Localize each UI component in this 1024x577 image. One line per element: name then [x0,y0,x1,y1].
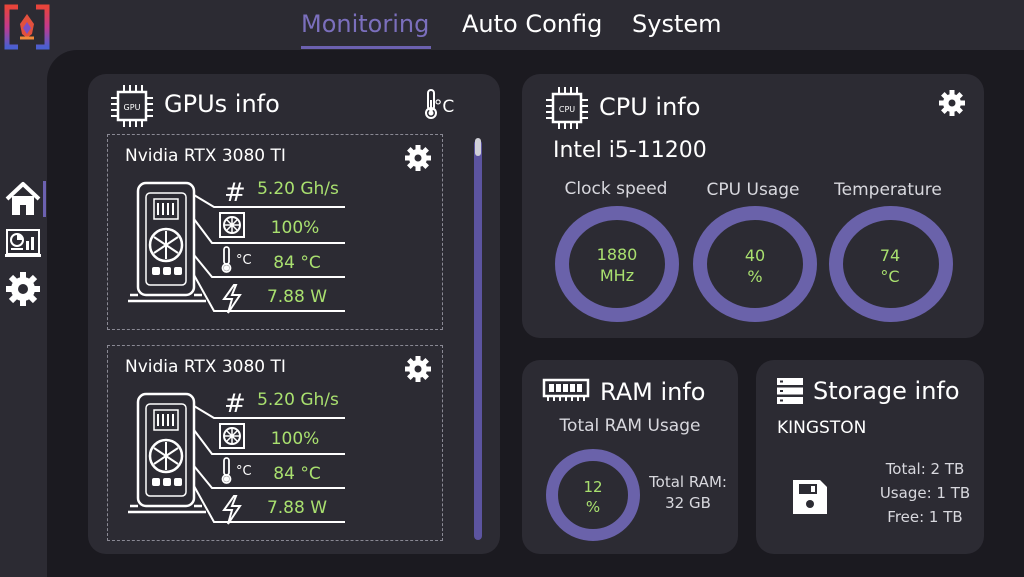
clock-speed-unit: MHz [599,266,635,285]
gpu-temperature-value: 84 °C [273,253,321,273]
gpu-hashrate-value: 5.20 Gh/s [257,390,339,410]
tab-auto-config[interactable]: Auto Config [462,10,602,38]
gpu-name: Nvidia RTX 3080 TI [125,357,286,377]
cpu-chip-text: CPU [559,105,575,114]
cpu-settings-gear-icon[interactable] [938,89,966,117]
temperature-label: Temperature [834,180,942,200]
sidebar-corner [47,50,77,80]
cpu-temperature-number: 74 [879,246,901,265]
gpu-settings-gear-icon[interactable] [404,144,432,172]
thermometer-icon[interactable]: °C [424,88,454,120]
cpu-title: CPU info [599,93,701,121]
gpu-power-value: 7.88 W [266,498,328,518]
ram-title: RAM info [600,378,706,406]
ram-usage-label: Total RAM Usage [559,416,701,436]
clock-speed-value: 1880 MHz [555,244,679,286]
gpu-card: Nvidia RTX 3080 TI # °C 5.20 Gh/s 100% 8… [107,345,443,541]
cpu-temperature-value: 74 °C [828,245,952,287]
gpu-list-scroll-thumb[interactable] [475,138,481,156]
gpu-chip-icon: GPU [111,85,153,127]
sidebar-item-dashboard[interactable] [4,225,42,263]
ram-usage-number: 12 [583,478,603,496]
active-tab-indicator [301,46,431,49]
tab-system[interactable]: System [632,10,722,38]
clock-speed-label: Clock speed [564,179,668,199]
cpu-temperature-unit: °C [880,267,900,286]
gpu-fan-value: 100% [270,218,320,238]
ram-total-value: 32 GB [665,494,711,512]
temperature-unit-label: °C [434,97,454,117]
storage-usage: Usage: 1 TB [879,484,971,502]
server-icon [777,378,803,404]
ram-usage-unit: % [585,498,601,516]
floppy-disk-icon [793,480,827,514]
gpu-hashrate-value: 5.20 Gh/s [257,179,339,199]
clock-speed-number: 1880 [596,245,638,264]
ram-total: Total RAM: 32 GB [640,472,736,514]
gpu-power-value: 7.88 W [266,287,328,307]
sidebar-item-home[interactable] [4,180,42,218]
cpu-usage-label: CPU Usage [706,180,800,200]
sidebar-active-indicator [43,181,46,217]
ram-total-label: Total RAM: [649,473,727,491]
ram-usage-value: 12 % [546,477,640,517]
sidebar-item-settings[interactable] [4,270,42,308]
cpu-model: Intel i5-11200 [553,138,707,163]
ram-stick-icon [542,378,590,401]
cpu-usage-value: 40 % [693,245,817,287]
gpus-title: GPUs info [164,90,280,118]
storage-title: Storage info [813,377,960,405]
gpu-settings-gear-icon[interactable] [404,355,432,383]
storage-device-name: KINGSTON [777,418,867,438]
tab-monitoring[interactable]: Monitoring [301,10,429,38]
gpu-list-scrollbar[interactable] [474,140,482,540]
gpu-temperature-value: 84 °C [273,464,321,484]
cpu-usage-number: 40 [744,246,766,265]
gpu-chip-text: GPU [124,103,141,112]
gpu-card: Nvidia RTX 3080 TI # °C 5.20 Gh/s 100% 8… [107,134,443,330]
gpu-fan-value: 100% [270,429,320,449]
cpu-chip-icon: CPU [546,87,588,129]
gear-icon [6,272,40,306]
cpu-usage-unit: % [747,267,763,286]
gpu-name: Nvidia RTX 3080 TI [125,146,286,166]
app-logo [4,4,50,50]
sidebar [0,50,47,577]
storage-free: Free: 1 TB [887,508,963,526]
home-icon [5,182,41,215]
storage-total: Total: 2 TB [885,460,965,478]
dashboard-icon [5,229,41,257]
